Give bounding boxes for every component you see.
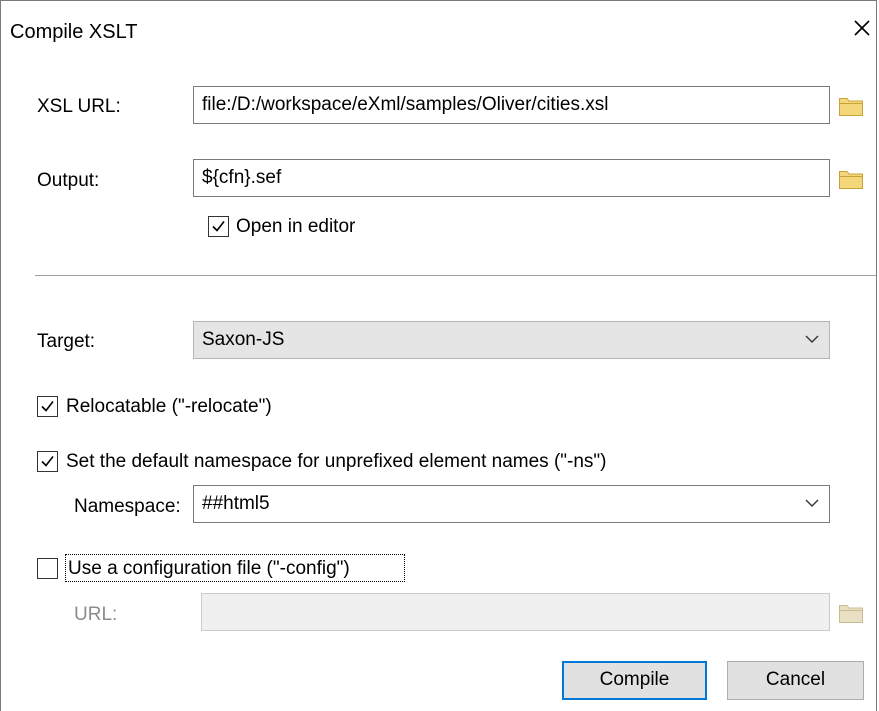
compile-xslt-dialog: Compile XSLT XSL URL: file:/D:/workspace… <box>0 0 877 711</box>
target-label: Target: <box>37 331 96 352</box>
chevron-down-icon <box>805 499 819 507</box>
config-file-checkbox[interactable] <box>37 558 58 579</box>
folder-icon[interactable] <box>838 168 864 190</box>
namespace-label: Namespace: <box>74 496 181 517</box>
open-in-editor-checkbox[interactable] <box>208 216 229 237</box>
folder-icon[interactable] <box>838 95 864 117</box>
config-url-input[interactable] <box>201 593 830 631</box>
output-label: Output: <box>37 170 100 191</box>
dialog-title: Compile XSLT <box>10 21 138 43</box>
default-namespace-checkbox[interactable] <box>37 451 58 472</box>
open-in-editor-label: Open in editor <box>236 216 356 237</box>
relocatable-checkbox[interactable] <box>37 396 58 417</box>
output-input[interactable]: ${cfn}.sef <box>193 159 830 197</box>
config-url-label: URL: <box>74 604 118 625</box>
xsl-url-input[interactable]: file:/D:/workspace/eXml/samples/Oliver/c… <box>193 86 830 124</box>
compile-button[interactable]: Compile <box>562 661 707 700</box>
cancel-button[interactable]: Cancel <box>727 661 864 700</box>
namespace-select[interactable]: ##html5 <box>193 485 830 523</box>
chevron-down-icon <box>805 335 819 343</box>
relocatable-label: Relocatable ("-relocate") <box>66 396 272 417</box>
section-divider <box>35 275 876 276</box>
xsl-url-label: XSL URL: <box>37 96 121 117</box>
namespace-value: ##html5 <box>202 493 270 514</box>
default-namespace-label: Set the default namespace for unprefixed… <box>66 451 607 472</box>
folder-icon[interactable] <box>838 602 864 624</box>
close-icon[interactable] <box>847 13 877 43</box>
target-select[interactable]: Saxon-JS <box>193 321 830 359</box>
config-file-label: Use a configuration file ("-config") <box>68 558 350 579</box>
target-selected-value: Saxon-JS <box>202 329 285 350</box>
